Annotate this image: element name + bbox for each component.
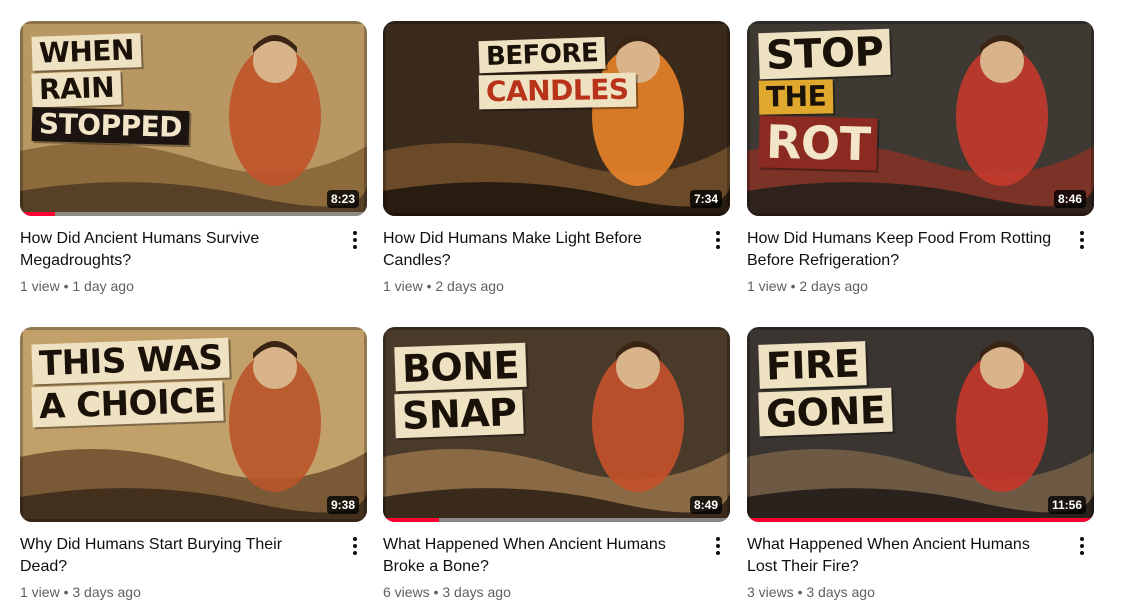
watch-progress-fill <box>20 212 55 216</box>
video-stats: 1 view • 2 days ago <box>383 278 504 294</box>
view-count: 6 views <box>383 584 430 600</box>
thumbnail-caption-line: GONE <box>758 387 893 437</box>
video-card[interactable]: BEFORE CANDLES 7:34 How Did Humans Make … <box>383 21 730 296</box>
video-card[interactable]: BONE SNAP 8:49 What Happened When Ancien… <box>383 327 730 602</box>
thumbnail-caption-line: A CHOICE <box>31 380 224 428</box>
thumbnail-caption-line: THE <box>758 79 834 115</box>
watch-progress-bar <box>20 212 367 216</box>
video-thumbnail[interactable]: THIS WAS A CHOICE 9:38 <box>20 327 367 522</box>
video-title[interactable]: What Happened When Ancient Humans Lost T… <box>747 534 1058 578</box>
video-card[interactable]: THIS WAS A CHOICE 9:38 Why Did Humans St… <box>20 327 367 602</box>
more-actions-icon[interactable] <box>1070 228 1094 252</box>
upload-age: 1 day ago <box>72 278 134 294</box>
duration-badge: 8:46 <box>1053 190 1086 208</box>
view-count: 1 view <box>20 278 60 294</box>
video-stats: 1 view • 2 days ago <box>747 278 868 294</box>
thumbnail-caption: FIRE GONE <box>758 341 893 437</box>
thumbnail-caption-line: BONE <box>394 342 527 392</box>
duration-badge: 8:23 <box>326 190 359 208</box>
video-card[interactable]: STOP THE ROT 8:46 How Did Humans Keep Fo… <box>747 21 1094 296</box>
thumbnail-caption-line: ROT <box>758 115 879 171</box>
duration-badge: 11:56 <box>1047 496 1086 514</box>
thumbnail-caption-line: THIS WAS <box>31 337 231 385</box>
more-actions-icon[interactable] <box>706 228 730 252</box>
more-actions-icon[interactable] <box>1070 534 1094 558</box>
watch-progress-bar <box>747 518 1094 522</box>
thumbnail-caption-line: WHEN <box>31 33 142 71</box>
duration-badge: 9:38 <box>326 496 359 514</box>
video-title[interactable]: How Did Ancient Humans Survive Megadroug… <box>20 228 331 272</box>
more-actions-icon[interactable] <box>343 534 367 558</box>
duration-badge: 7:34 <box>689 190 722 208</box>
video-stats: 6 views • 3 days ago <box>383 584 511 600</box>
watch-progress-fill <box>383 518 439 522</box>
view-count: 1 view <box>747 278 787 294</box>
video-thumbnail[interactable]: WHEN RAIN STOPPED 8:23 <box>20 21 367 216</box>
upload-age: 2 days ago <box>435 278 504 294</box>
video-thumbnail[interactable]: BONE SNAP 8:49 <box>383 327 730 522</box>
more-actions-icon[interactable] <box>706 534 730 558</box>
video-title[interactable]: What Happened When Ancient Humans Broke … <box>383 534 694 578</box>
thumbnail-caption-line: STOP <box>758 28 892 80</box>
video-stats: 1 view • 3 days ago <box>20 584 141 600</box>
thumbnail-caption-line: BEFORE <box>478 36 606 74</box>
video-card[interactable]: WHEN RAIN STOPPED 8:23 How Did Ancient H… <box>20 21 367 296</box>
view-count: 1 view <box>20 584 60 600</box>
watch-progress-fill <box>747 518 1094 522</box>
video-stats: 1 view • 1 day ago <box>20 278 134 294</box>
video-thumbnail[interactable]: STOP THE ROT 8:46 <box>747 21 1094 216</box>
thumbnail-caption: WHEN RAIN STOPPED <box>31 33 190 146</box>
thumbnail-caption: STOP THE ROT <box>758 28 892 171</box>
thumbnail-caption: BONE SNAP <box>394 342 527 439</box>
video-card[interactable]: FIRE GONE 11:56 What Happened When Ancie… <box>747 327 1094 602</box>
view-count: 1 view <box>383 278 423 294</box>
video-title[interactable]: How Did Humans Make Light Before Candles… <box>383 228 694 272</box>
upload-age: 3 days ago <box>806 584 875 600</box>
watch-progress-bar <box>383 518 730 522</box>
more-actions-icon[interactable] <box>343 228 367 252</box>
thumbnail-caption-line: STOPPED <box>31 106 190 146</box>
duration-badge: 8:49 <box>689 496 722 514</box>
upload-age: 3 days ago <box>442 584 511 600</box>
thumbnail-caption-line: FIRE <box>758 341 868 389</box>
upload-age: 2 days ago <box>799 278 868 294</box>
video-title[interactable]: How Did Humans Keep Food From Rotting Be… <box>747 228 1058 272</box>
thumbnail-caption-line: SNAP <box>394 389 525 439</box>
video-title[interactable]: Why Did Humans Start Burying Their Dead? <box>20 534 331 578</box>
video-thumbnail[interactable]: BEFORE CANDLES 7:34 <box>383 21 730 216</box>
view-count: 3 views <box>747 584 794 600</box>
thumbnail-caption: THIS WAS A CHOICE <box>31 337 231 428</box>
video-stats: 3 views • 3 days ago <box>747 584 875 600</box>
thumbnail-caption: BEFORE CANDLES <box>478 36 636 110</box>
video-thumbnail[interactable]: FIRE GONE 11:56 <box>747 327 1094 522</box>
upload-age: 3 days ago <box>72 584 141 600</box>
thumbnail-caption-line: CANDLES <box>478 72 636 110</box>
thumbnail-caption-line: RAIN <box>31 70 122 108</box>
